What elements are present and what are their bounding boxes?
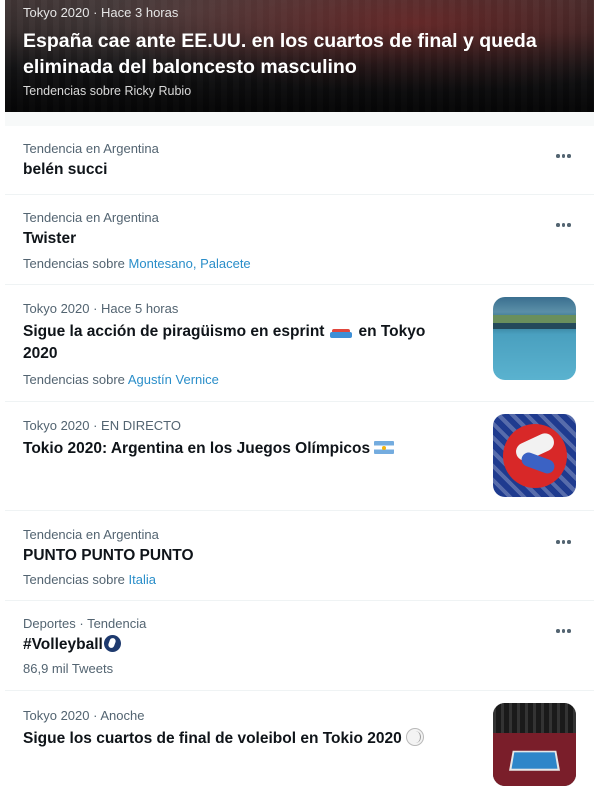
- trend-title: PUNTO PUNTO PUNTO: [23, 547, 194, 564]
- trends-list: Tendencia en Argentina belén succi Tende…: [5, 126, 594, 800]
- section-gap: [5, 112, 594, 126]
- related-topics-link[interactable]: Agustín Vernice: [128, 372, 219, 387]
- trend-item[interactable]: Tendencia en Argentina Twister Tendencia…: [5, 194, 594, 284]
- more-options-icon[interactable]: [556, 622, 574, 633]
- trend-meta: Deportes · Tendencia: [23, 616, 147, 631]
- trend-item[interactable]: Tendencia en Argentina PUNTO PUNTO PUNTO…: [5, 510, 594, 600]
- hero-meta: Tokyo 2020 · Hace 3 horas: [23, 5, 179, 20]
- trend-meta: Tendencia en Argentina: [23, 141, 159, 156]
- related-topics-link[interactable]: Montesano, Palacete: [129, 256, 251, 271]
- judo-thumbnail[interactable]: [493, 414, 576, 497]
- related-topics-link[interactable]: Italia: [129, 572, 156, 587]
- trend-meta: Tokyo 2020 · EN DIRECTO: [23, 418, 181, 433]
- more-options-icon[interactable]: [556, 533, 574, 544]
- trend-meta: Tokyo 2020 · Hace 5 horas: [23, 301, 179, 316]
- trend-item[interactable]: Tendencia en Argentina belén succi: [5, 126, 594, 194]
- trend-related: Tendencias sobre Agustín Vernice: [23, 372, 219, 387]
- volleyball-player-icon: [103, 635, 121, 652]
- more-options-icon[interactable]: [556, 147, 574, 158]
- trend-related: Tendencias sobre Montesano, Palacete: [23, 256, 251, 271]
- trend-title: belén succi: [23, 161, 108, 178]
- trend-title: #Volleyball: [23, 634, 121, 656]
- canoe-emoji-icon: [330, 324, 353, 338]
- trend-item[interactable]: Tokyo 2020 · EN DIRECTO Tokio 2020: Arge…: [5, 401, 594, 510]
- trend-title: Tokio 2020: Argentina en los Juegos Olím…: [23, 438, 395, 460]
- volleyball-arena-thumbnail[interactable]: [493, 703, 576, 786]
- hero-story-card[interactable]: Tokyo 2020 · Hace 3 horas España cae ant…: [5, 0, 594, 112]
- trend-meta: Tendencia en Argentina: [23, 527, 159, 542]
- trend-title: Twister: [23, 230, 77, 247]
- canoe-sprint-thumbnail[interactable]: [493, 297, 576, 380]
- trend-tweet-count: 86,9 mil Tweets: [23, 661, 114, 676]
- trend-item[interactable]: Tokyo 2020 · Anoche Sigue los cuartos de…: [5, 690, 594, 800]
- hero-tag-link[interactable]: Ricky Rubio: [124, 84, 191, 98]
- trend-meta: Tokyo 2020 · Anoche: [23, 708, 145, 723]
- trend-title: Sigue la acción de piragüismo en esprint…: [23, 323, 426, 362]
- hero-title: España cae ante EE.UU. en los cuartos de…: [23, 30, 537, 78]
- hero-tags: Tendencias sobre Ricky Rubio: [23, 84, 192, 98]
- trend-item[interactable]: Tokyo 2020 · Hace 5 horas Sigue la acció…: [5, 284, 594, 401]
- trend-related: Tendencias sobre Italia: [23, 572, 156, 587]
- trend-meta: Tendencia en Argentina: [23, 210, 159, 225]
- trend-title: Sigue los cuartos de final de voleibol e…: [23, 728, 424, 750]
- volleyball-icon: [405, 728, 424, 746]
- argentina-flag-icon: [374, 441, 395, 454]
- trends-page: Tokyo 2020 · Hace 3 horas España cae ant…: [0, 0, 599, 800]
- trend-item[interactable]: Deportes · Tendencia #Volleyball 86,9 mi…: [5, 600, 594, 690]
- more-options-icon[interactable]: [556, 216, 574, 227]
